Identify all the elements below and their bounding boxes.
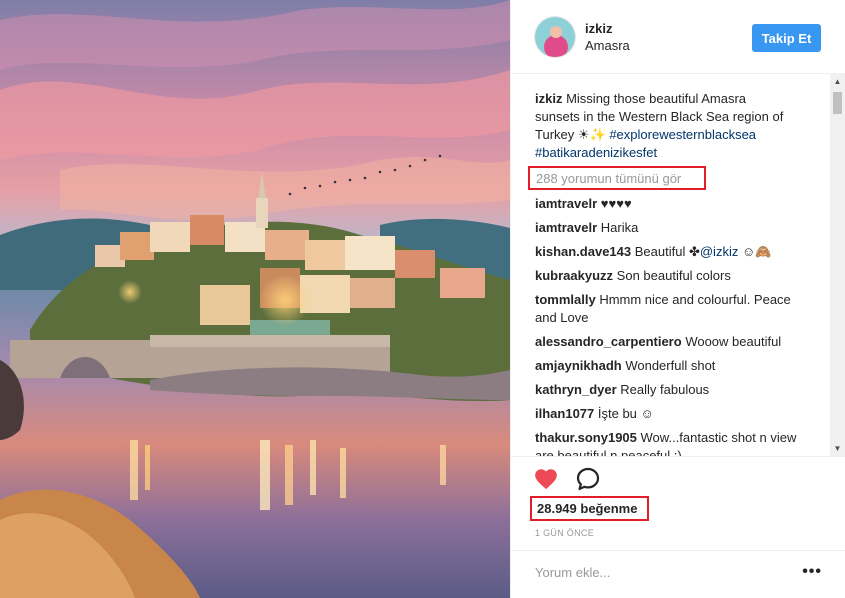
comment-item: kishan.dave143 Beautiful ✤@izkiz ☺🙈	[535, 243, 800, 261]
post-caption: izkiz Missing those beautiful Amasra sun…	[535, 90, 790, 162]
view-all-comments-link[interactable]: 288 yorumun tümünü gör	[528, 166, 706, 190]
comment-item: kathryn_dyer Really fabulous	[535, 381, 800, 399]
instagram-post-view: izkiz Amasra Takip Et izkiz Missing thos…	[0, 0, 845, 598]
comment-item: ilhan1077 İşte bu ☺	[535, 405, 800, 423]
comment-bubble-icon[interactable]	[575, 466, 601, 492]
comment-item: iamtravelr Harika	[535, 219, 800, 237]
comment-text: Harika	[600, 220, 639, 235]
comment-username[interactable]: thakur.sony1905	[535, 430, 637, 445]
scroll-down-arrow-icon[interactable]: ▼	[830, 441, 845, 456]
comment-username[interactable]: kishan.dave143	[535, 244, 631, 259]
comment-text: Son beautiful colors	[616, 268, 731, 283]
comment-text: Wonderfull shot	[625, 358, 716, 373]
comment-username[interactable]: iamtravelr	[535, 220, 597, 235]
comment-username[interactable]: tommlally	[535, 292, 596, 307]
more-options-icon[interactable]: •••	[802, 563, 822, 581]
comment-list: iamtravelr ♥♥♥♥ iamtravelr Harika kishan…	[535, 195, 800, 456]
comments-scrollbar[interactable]: ▲ ▼	[830, 74, 845, 456]
comment-username[interactable]: kubraakyuzz	[535, 268, 613, 283]
add-comment-input[interactable]	[535, 565, 775, 580]
follow-button[interactable]: Takip Et	[752, 24, 821, 52]
comment-emoji: ☺🙈	[738, 244, 772, 259]
comment-item: amjaynikhadh Wonderfull shot	[535, 357, 800, 375]
comment-text: İşte bu ☺	[597, 406, 654, 421]
like-heart-icon[interactable]	[533, 466, 559, 492]
scrollbar-thumb[interactable]	[833, 92, 842, 114]
comment-text: Beautiful ✤	[634, 244, 700, 259]
post-header: izkiz Amasra Takip Et	[511, 0, 845, 74]
comment-item: tommlally Hmmm nice and colourful. Peace…	[535, 291, 800, 327]
comment-username[interactable]: iamtravelr	[535, 196, 597, 211]
comment-username[interactable]: amjaynikhadh	[535, 358, 622, 373]
post-side-panel: izkiz Amasra Takip Et izkiz Missing thos…	[510, 0, 845, 598]
comment-item: iamtravelr ♥♥♥♥	[535, 195, 800, 213]
author-username[interactable]: izkiz	[585, 20, 630, 37]
comment-text: Really fabulous	[620, 382, 710, 397]
hashtag-link[interactable]: #explorewesternblacksea	[609, 127, 756, 142]
post-actions: 28.949 beğenme 1 GÜN ÖNCE	[511, 456, 845, 550]
add-comment-bar: •••	[511, 550, 845, 598]
comment-username[interactable]: kathryn_dyer	[535, 382, 617, 397]
author-info: izkiz Amasra	[585, 20, 630, 54]
comment-text: ♥♥♥♥	[600, 196, 632, 211]
heart-icon	[535, 469, 557, 490]
comment-username[interactable]: ilhan1077	[535, 406, 594, 421]
likes-count[interactable]: 28.949 beğenme	[530, 496, 649, 521]
speech-bubble-icon	[576, 467, 600, 491]
scroll-up-arrow-icon[interactable]: ▲	[830, 74, 845, 89]
post-location[interactable]: Amasra	[585, 37, 630, 54]
mention-link[interactable]: @izkiz	[700, 244, 738, 259]
caption-username[interactable]: izkiz	[535, 91, 562, 106]
comment-text: Wooow beautiful	[685, 334, 782, 349]
comments-section: izkiz Missing those beautiful Amasra sun…	[511, 74, 845, 456]
comment-item: alessandro_carpentiero Wooow beautiful	[535, 333, 800, 351]
photo-scene	[0, 0, 510, 598]
avatar-image	[535, 16, 575, 57]
post-photo[interactable]	[0, 0, 510, 598]
comment-username[interactable]: alessandro_carpentiero	[535, 334, 682, 349]
comment-item: kubraakyuzz Son beautiful colors	[535, 267, 800, 285]
avatar[interactable]	[534, 15, 576, 58]
comment-item: thakur.sony1905 Wow...fantastic shot n v…	[535, 429, 800, 456]
post-timestamp[interactable]: 1 GÜN ÖNCE	[535, 528, 594, 538]
hashtag-link[interactable]: #batikaradenizikesfet	[535, 145, 657, 160]
